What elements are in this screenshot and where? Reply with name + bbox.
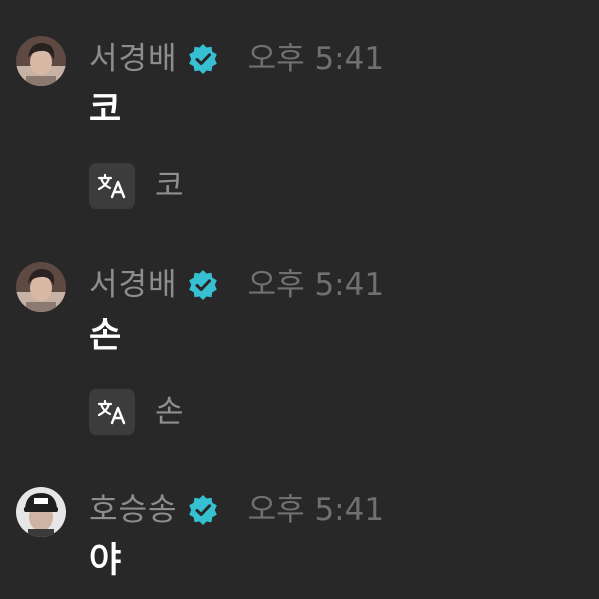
avatar[interactable] xyxy=(16,36,66,86)
translate-icon xyxy=(96,173,128,199)
translation-row: 손 xyxy=(89,389,184,435)
message-timestamp: 오후 5:41 xyxy=(247,492,385,528)
translate-button[interactable] xyxy=(89,163,135,209)
translation-row: 코 xyxy=(89,163,184,209)
message-header: 서경배 오후 5:41 xyxy=(89,38,384,80)
sender-name[interactable]: 서경배 xyxy=(89,264,178,306)
message-header: 호승송 오후 5:41 xyxy=(89,489,384,531)
message-text: 손 xyxy=(89,316,122,356)
sender-name[interactable]: 호승송 xyxy=(89,489,178,531)
verified-badge-icon xyxy=(186,42,220,76)
translated-text: 코 xyxy=(155,168,184,204)
message-timestamp: 오후 5:41 xyxy=(247,267,385,303)
message-text: 코 xyxy=(89,90,122,130)
message-header: 서경배 오후 5:41 xyxy=(89,264,384,306)
translate-button[interactable] xyxy=(89,389,135,435)
verified-badge-icon xyxy=(186,268,220,302)
message-timestamp: 오후 5:41 xyxy=(247,41,385,77)
translated-text: 손 xyxy=(155,394,184,430)
verified-badge-icon xyxy=(186,493,220,527)
avatar[interactable] xyxy=(16,262,66,312)
avatar[interactable] xyxy=(16,487,66,537)
sender-name[interactable]: 서경배 xyxy=(89,38,178,80)
translate-icon xyxy=(96,399,128,425)
chat-message-list: 서경배 오후 5:41 코 코 서경배 오후 5:41 손 손 호승송 오후 5… xyxy=(0,0,599,599)
message-text: 야 xyxy=(89,541,122,581)
